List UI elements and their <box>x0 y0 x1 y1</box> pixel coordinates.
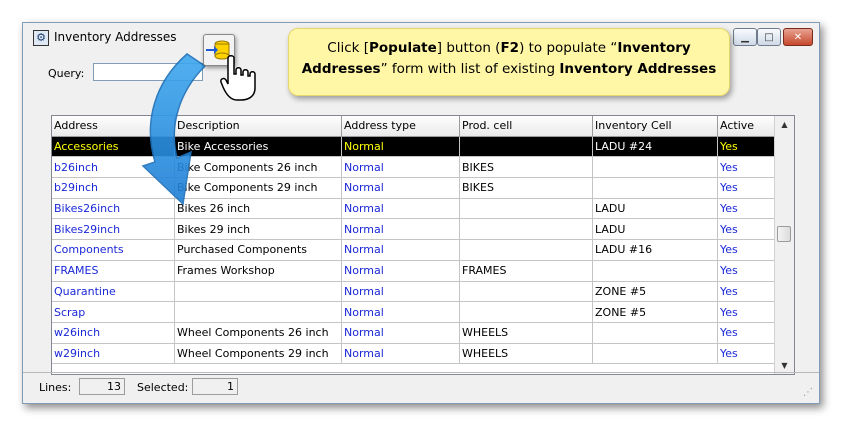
callout-addresses: Addresses <box>301 61 381 77</box>
cell-prod-cell[interactable]: BIKES <box>459 177 593 199</box>
cell-description[interactable]: Wheel Components 26 inch <box>174 322 342 344</box>
callout-text: ] button ( <box>436 40 501 56</box>
callout-line-1: Click [Populate] button (F2) to populate… <box>289 38 729 59</box>
cell-inventory-cell[interactable]: LADU <box>592 198 718 220</box>
cell-address[interactable]: Bikes29inch <box>52 218 175 241</box>
callout-f2: F2 <box>500 40 520 56</box>
close-button[interactable]: ✕ <box>783 28 813 46</box>
callout-line-2: Addresses” form with list of existing In… <box>289 59 729 80</box>
cell-address-type[interactable]: Normal <box>341 136 460 158</box>
column-header-inventory-cell[interactable]: Inventory Cell <box>592 116 718 137</box>
cell-inventory-cell[interactable] <box>592 156 718 179</box>
table-row[interactable]: Bikes29inch Bikes 29 inch Normal LADU Yes <box>52 218 792 241</box>
cell-description[interactable]: Purchased Components <box>174 239 342 261</box>
cell-prod-cell[interactable]: WHEELS <box>459 343 593 365</box>
cell-description[interactable] <box>174 301 342 323</box>
cell-address[interactable]: Components <box>52 239 175 261</box>
table-row[interactable]: FRAMES Frames Workshop Normal FRAMES Yes <box>52 260 792 282</box>
cell-description[interactable] <box>174 281 342 303</box>
resize-grip-icon[interactable]: ⋰ <box>803 387 815 399</box>
column-header-address-type[interactable]: Address type <box>341 116 460 137</box>
scroll-thumb[interactable] <box>777 226 791 242</box>
cell-address-type[interactable]: Normal <box>341 281 460 303</box>
cell-address-type[interactable]: Normal <box>341 177 460 199</box>
cell-inventory-cell[interactable] <box>592 260 718 282</box>
cell-prod-cell[interactable] <box>459 301 593 323</box>
maximize-button[interactable]: □ <box>757 28 781 46</box>
cell-address[interactable]: Quarantine <box>52 281 175 303</box>
cell-prod-cell[interactable] <box>459 198 593 220</box>
callout-text: ” form with list of existing <box>380 61 560 77</box>
vertical-scrollbar[interactable]: ▲ ▼ <box>774 116 794 374</box>
cell-inventory-cell[interactable] <box>592 322 718 344</box>
query-label: Query: <box>48 67 85 80</box>
cell-address-type[interactable]: Normal <box>341 301 460 323</box>
cell-inventory-cell[interactable]: LADU <box>592 218 718 241</box>
window-controls: ▁ □ ✕ <box>733 28 813 48</box>
cell-description[interactable]: Wheel Components 29 inch <box>174 343 342 365</box>
inventory-addresses-icon: ⚙ <box>33 30 49 46</box>
cell-inventory-cell[interactable]: ZONE #5 <box>592 301 718 323</box>
cell-inventory-cell[interactable] <box>592 177 718 199</box>
cell-inventory-cell[interactable] <box>592 343 718 365</box>
cell-address[interactable]: w26inch <box>52 322 175 344</box>
lines-count: 13 <box>79 378 125 395</box>
cell-prod-cell[interactable]: FRAMES <box>459 260 593 282</box>
cell-prod-cell[interactable]: WHEELS <box>459 322 593 344</box>
cell-prod-cell[interactable] <box>459 218 593 241</box>
callout-populate: Populate <box>369 40 437 56</box>
table-row[interactable]: Scrap Normal ZONE #5 Yes <box>52 301 792 323</box>
column-header-prod-cell[interactable]: Prod. cell <box>459 116 593 137</box>
cell-description[interactable]: Frames Workshop <box>174 260 342 282</box>
cell-address-type[interactable]: Normal <box>341 239 460 261</box>
cell-prod-cell[interactable] <box>459 136 593 158</box>
selected-label: Selected: <box>137 381 189 394</box>
cell-inventory-cell[interactable]: LADU #24 <box>592 136 718 158</box>
cell-prod-cell[interactable] <box>459 281 593 303</box>
populate-hint-callout: Click [Populate] button (F2) to populate… <box>288 28 730 96</box>
cell-prod-cell[interactable]: BIKES <box>459 156 593 179</box>
cell-address-type[interactable]: Normal <box>341 343 460 365</box>
pointing-hand-icon <box>220 55 256 101</box>
cell-address-type[interactable]: Normal <box>341 322 460 344</box>
callout-inventory: Inventory <box>617 40 691 56</box>
window-title: Inventory Addresses <box>54 30 177 44</box>
table-row[interactable]: w29inch Wheel Components 29 inch Normal WHE… <box>52 343 792 365</box>
callout-inventory-addresses: Inventory Addresses <box>559 61 717 77</box>
cell-address-type[interactable]: Normal <box>341 260 460 282</box>
cell-address[interactable]: Scrap <box>52 301 175 323</box>
minimize-button[interactable]: ▁ <box>733 28 757 46</box>
cell-address-type[interactable]: Normal <box>341 198 460 220</box>
cell-address[interactable]: FRAMES <box>52 260 175 282</box>
cell-description[interactable]: Bikes 29 inch <box>174 218 342 241</box>
cell-address[interactable]: w29inch <box>52 343 175 365</box>
cell-inventory-cell[interactable]: ZONE #5 <box>592 281 718 303</box>
table-row[interactable]: w26inch Wheel Components 26 inch Normal WHE… <box>52 322 792 344</box>
callout-text: ) to populate “ <box>519 40 618 56</box>
cell-address-type[interactable]: Normal <box>341 156 460 179</box>
callout-text: Click [ <box>327 40 369 56</box>
table-row[interactable]: Components Purchased Components Normal LADU… <box>52 239 792 261</box>
status-bar: Lines: 13 Selected: 1 ⋰ <box>23 372 819 403</box>
table-row[interactable]: Quarantine Normal ZONE #5 Yes <box>52 281 792 303</box>
cell-prod-cell[interactable] <box>459 239 593 261</box>
scroll-up-arrow-icon[interactable]: ▲ <box>775 116 794 133</box>
selected-count: 1 <box>192 378 238 395</box>
lines-label: Lines: <box>39 381 72 394</box>
cell-address-type[interactable]: Normal <box>341 218 460 241</box>
cell-inventory-cell[interactable]: LADU #16 <box>592 239 718 261</box>
